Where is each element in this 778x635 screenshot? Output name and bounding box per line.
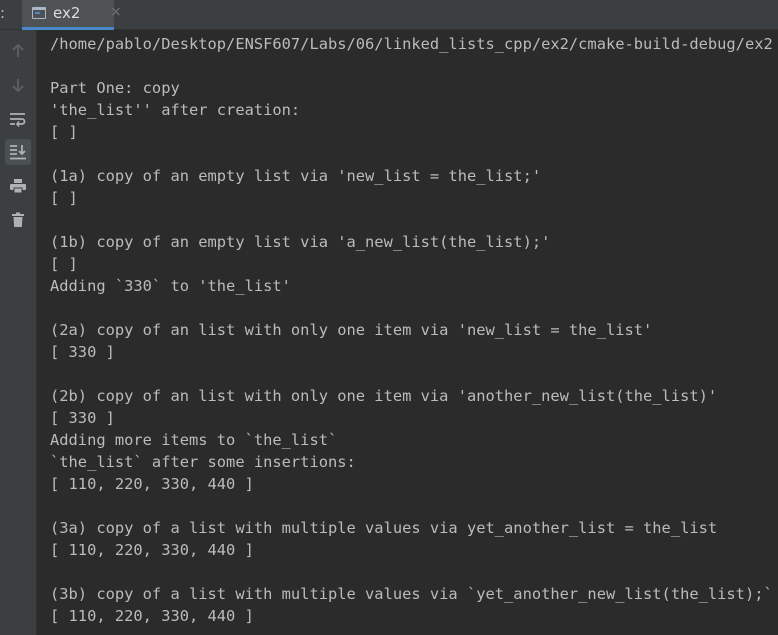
arrow-up-icon[interactable] xyxy=(5,38,31,64)
console-toolbar xyxy=(0,30,37,635)
console-line: [ ] xyxy=(50,123,78,141)
print-icon[interactable] xyxy=(5,173,31,199)
console-icon xyxy=(32,7,46,19)
console-line: [ 110, 220, 330, 440 ] xyxy=(50,475,254,493)
console-line: [ 330 ] xyxy=(50,409,115,427)
console-line: `the_list` after some insertions: xyxy=(50,453,356,471)
tab-bar: : ex2 × xyxy=(0,0,778,30)
console-output[interactable]: /home/pablo/Desktop/ENSF607/Labs/06/link… xyxy=(50,33,775,633)
console-line: (2a) copy of an list with only one item … xyxy=(50,321,653,339)
console-line: Adding more items to `the_list` xyxy=(50,431,338,449)
console-line: (1b) copy of an empty list via 'a_new_li… xyxy=(50,233,551,251)
tabbar-colon: : xyxy=(0,4,6,22)
console-line: (1a) copy of an empty list via 'new_list… xyxy=(50,167,542,185)
close-icon[interactable]: × xyxy=(110,4,122,20)
run-console-window: : ex2 × /home/pablo/Desktop/ENSF607/Labs… xyxy=(0,0,778,635)
trash-icon[interactable] xyxy=(5,207,31,233)
console-line: (3b) copy of a list with multiple values… xyxy=(50,585,775,603)
console-line: Adding `330` to 'the_list' xyxy=(50,277,291,295)
console-line: [ 330 ] xyxy=(50,343,115,361)
console-line: [ 110, 220, 330, 440 ] xyxy=(50,607,254,625)
console-line-executable-path: /home/pablo/Desktop/ENSF607/Labs/06/link… xyxy=(50,35,773,53)
scroll-to-end-icon[interactable] xyxy=(5,139,31,165)
console-line: (3a) copy of a list with multiple values… xyxy=(50,519,718,537)
console-line: Part One: copy xyxy=(50,79,180,97)
soft-wrap-icon[interactable] xyxy=(5,106,31,132)
tab-ex2[interactable]: ex2 × xyxy=(22,0,122,30)
console-line: [ 110, 220, 330, 440 ] xyxy=(50,541,254,559)
tab-label: ex2 xyxy=(53,4,81,22)
arrow-down-icon[interactable] xyxy=(5,72,31,98)
console-line: (2b) copy of an list with only one item … xyxy=(50,387,718,405)
console-line: [ ] xyxy=(50,255,78,273)
console-line: 'the_list'' after creation: xyxy=(50,101,301,119)
console-line: [ ] xyxy=(50,189,78,207)
